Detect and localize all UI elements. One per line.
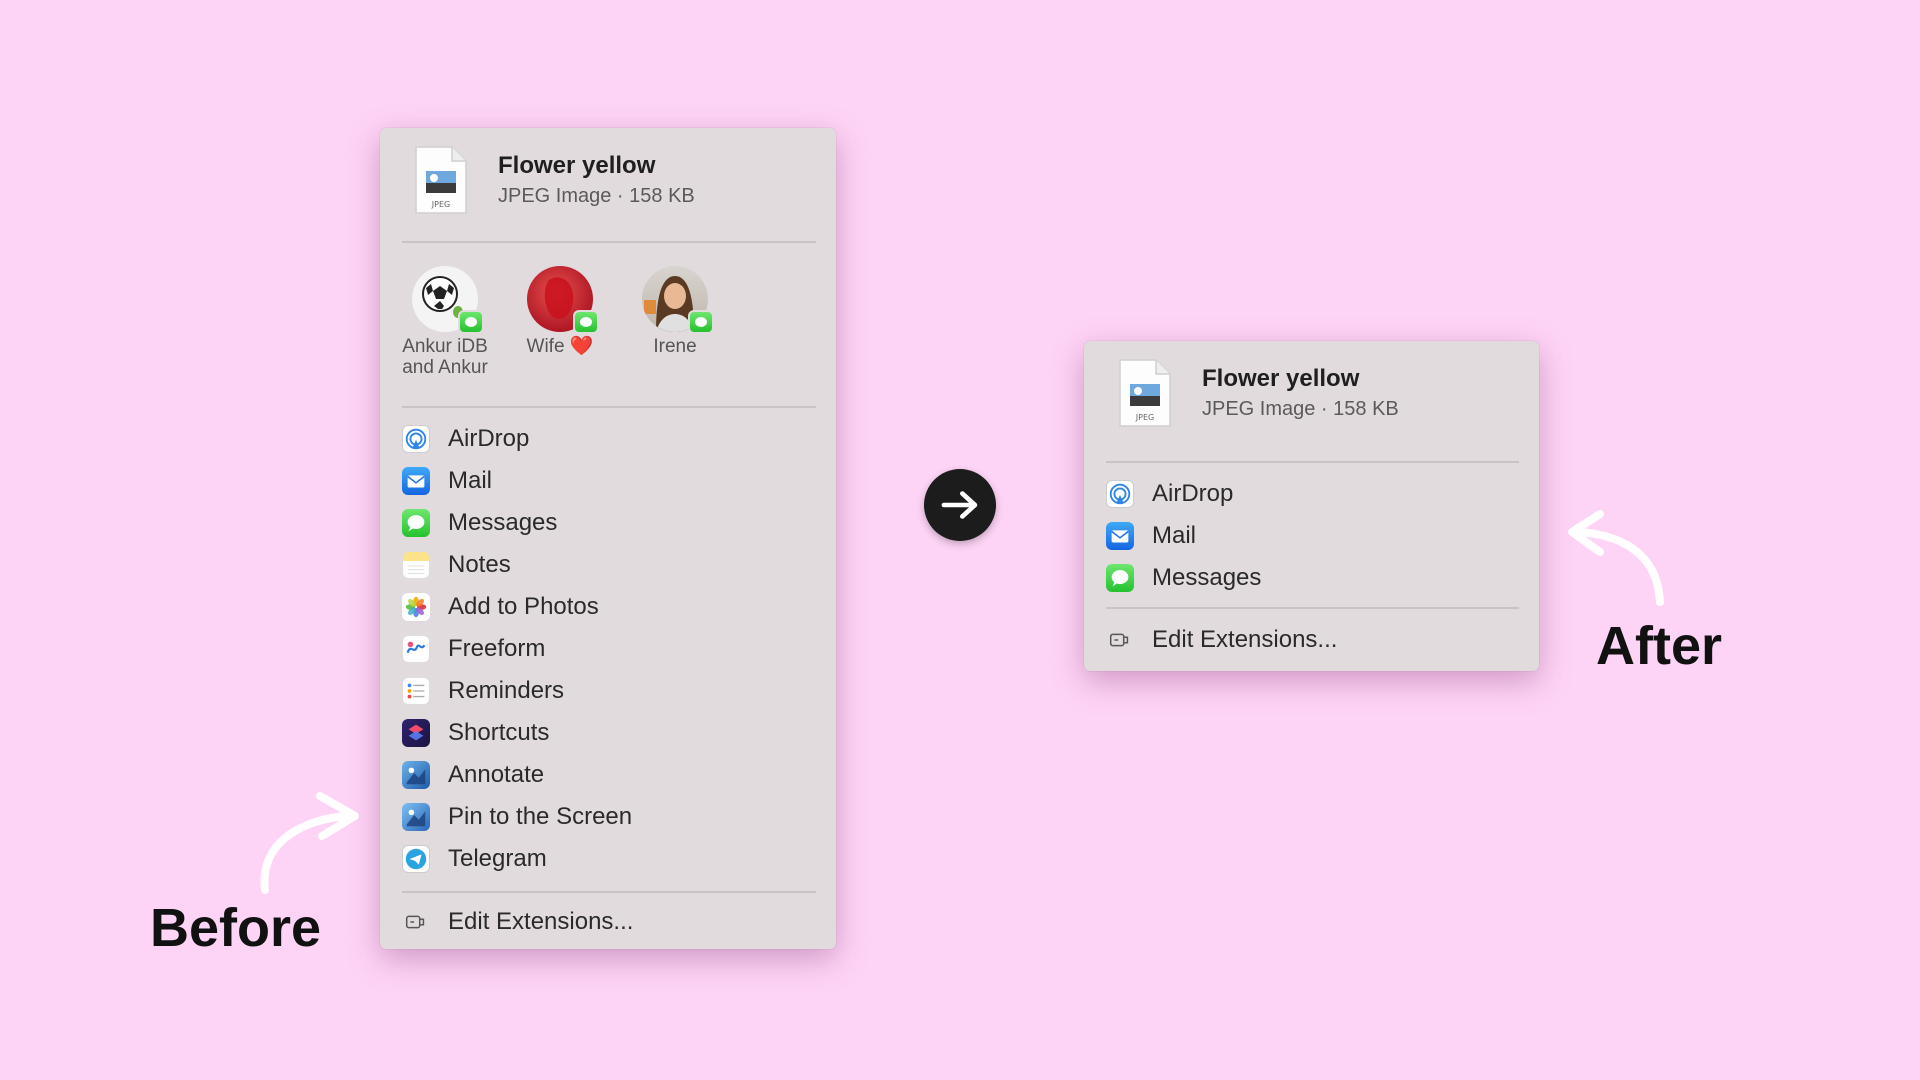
person-name: Wife ❤️ [526,336,594,357]
file-meta: JPEG Image · 158 KB [1202,398,1399,420]
share-item-label: AirDrop [1152,480,1234,507]
share-item-label: Pin to the Screen [448,803,633,830]
share-item-pin-to-screen[interactable]: Pin to the Screen [402,798,816,836]
share-menu-before: JPEG Flower yellow JPEG Image · 158 KB A… [380,128,836,949]
share-item-reminders[interactable]: Reminders [402,672,816,710]
share-item-label: AirDrop [448,425,530,452]
file-type-label: JPEG [1135,413,1154,422]
photos-icon [402,593,430,621]
file-title: Flower yellow [1202,365,1360,392]
curved-arrow-icon [260,792,359,894]
share-item-airdrop[interactable]: AirDrop [402,420,816,458]
extensions-icon [1106,626,1134,654]
share-item-label: Messages [448,509,558,536]
edit-extensions-label: Edit Extensions... [448,908,634,935]
file-header: JPEG Flower yellow JPEG Image · 158 KB [1084,341,1539,456]
right-arrow-icon [924,469,996,541]
curved-arrow-icon [1568,510,1664,606]
shortcuts-icon [402,719,430,747]
woman-photo-avatar [642,266,714,334]
divider [1106,607,1519,609]
share-menu-after: JPEG Flower yellow JPEG Image · 158 KB A… [1084,341,1539,671]
share-item-label: Messages [1152,564,1262,591]
person-name-line2: and Ankur [402,357,488,378]
jpeg-file-icon: JPEG [415,146,467,214]
share-item-label: Notes [448,551,511,578]
share-item-mail[interactable]: Mail [1106,517,1519,555]
people-row: Ankur iDB and Ankur Wife ❤️ Irene [380,266,836,406]
share-item-add-to-photos[interactable]: Add to Photos [402,588,816,626]
divider [402,891,816,893]
soccer-ball-avatar [412,266,484,334]
share-item-annotate[interactable]: Annotate [402,756,816,794]
mail-icon [402,467,430,495]
person-ankur[interactable]: Ankur iDB and Ankur [385,266,505,378]
share-item-shortcuts[interactable]: Shortcuts [402,714,816,752]
annotate-icon [402,761,430,789]
edit-extensions-item[interactable]: Edit Extensions... [402,903,816,941]
telegram-icon [402,845,430,873]
file-meta: JPEG Image · 158 KB [498,185,695,207]
pin-icon [402,803,430,831]
share-item-notes[interactable]: Notes [402,546,816,584]
after-caption: After [1596,616,1723,676]
share-item-messages[interactable]: Messages [1106,559,1519,597]
share-item-label: Reminders [448,677,565,704]
divider [402,241,816,243]
person-name: Irene [653,336,697,357]
messages-badge-icon [688,310,714,334]
share-item-telegram[interactable]: Telegram [402,840,816,878]
freeform-icon [402,635,430,663]
share-item-label: Telegram [448,845,547,872]
airdrop-icon [402,425,430,453]
reminders-icon [402,677,430,705]
person-name: Ankur iDB [402,336,488,357]
mail-icon [1106,522,1134,550]
share-item-label: Mail [1152,522,1197,549]
edit-extensions-label: Edit Extensions... [1152,626,1338,653]
divider [402,406,816,408]
share-item-freeform[interactable]: Freeform [402,630,816,668]
messages-icon [402,509,430,537]
notes-icon [402,551,430,579]
share-item-label: Shortcuts [448,719,550,746]
jpeg-file-icon: JPEG [1119,359,1171,427]
share-item-label: Mail [448,467,493,494]
airdrop-icon [1106,480,1134,508]
person-irene[interactable]: Irene [615,266,735,357]
file-title: Flower yellow [498,152,656,179]
file-header: JPEG Flower yellow JPEG Image · 158 KB [380,128,836,243]
share-item-messages[interactable]: Messages [402,504,816,542]
extensions-icon [402,908,430,936]
red-avatar [527,266,599,334]
divider [1106,461,1519,463]
share-item-label: Freeform [448,635,546,662]
before-caption: Before [150,898,322,958]
messages-badge-icon [573,310,599,334]
share-item-airdrop[interactable]: AirDrop [1106,475,1519,513]
share-item-label: Add to Photos [448,593,599,620]
messages-badge-icon [458,310,484,334]
file-type-label: JPEG [431,200,450,209]
messages-icon [1106,564,1134,592]
share-item-mail[interactable]: Mail [402,462,816,500]
edit-extensions-item[interactable]: Edit Extensions... [1106,621,1519,659]
person-wife[interactable]: Wife ❤️ [500,266,620,357]
share-item-label: Annotate [448,761,545,788]
